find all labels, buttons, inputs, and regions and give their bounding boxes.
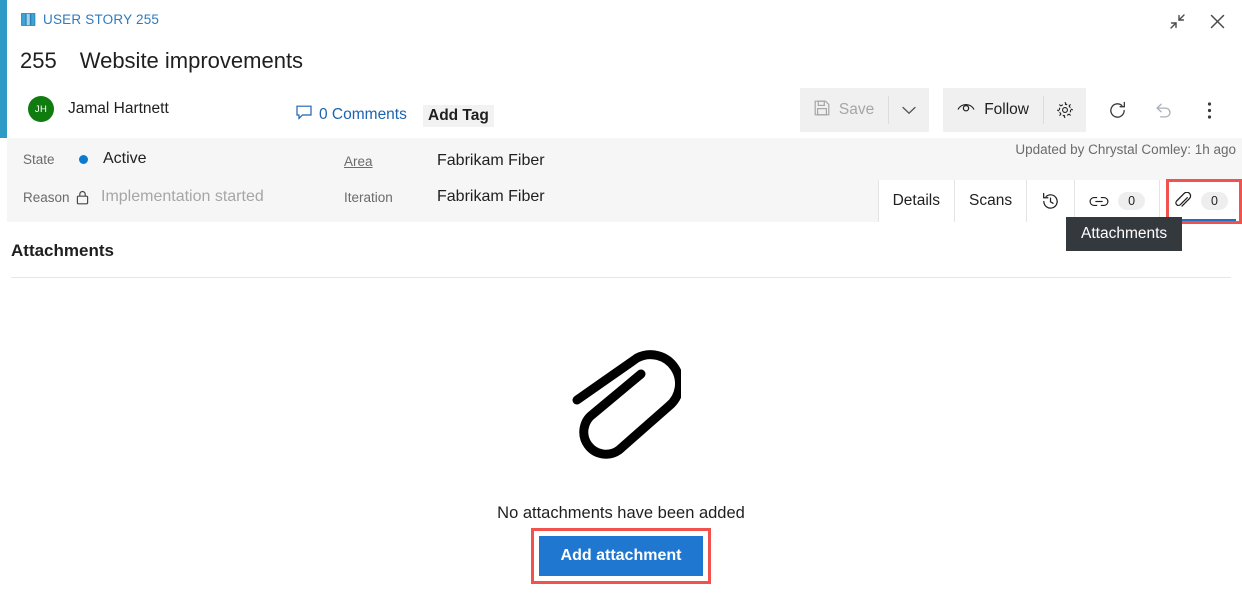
save-disk-icon [814,100,830,121]
breadcrumb-label: USER STORY 255 [43,12,160,27]
work-item-title[interactable]: Website improvements [80,48,303,74]
field-state-label: State [23,151,55,167]
eye-icon [957,101,975,119]
field-iteration-value: Fabrikam Fiber [437,188,545,205]
section-divider [11,277,1231,278]
empty-state-text: No attachments have been added [497,504,745,522]
comments-link[interactable]: 0 Comments [296,105,407,125]
tab-links[interactable]: 0 [1075,180,1161,222]
add-tag-button[interactable]: Add Tag [423,105,494,127]
history-icon [1041,192,1060,211]
tab-strip: Details Scans 0 0 [877,180,1242,222]
section-title: Attachments [11,241,114,260]
tab-details[interactable]: Details [879,180,955,222]
settings-button[interactable] [1044,88,1086,132]
tab-links-count: 0 [1118,191,1146,211]
paperclip-icon [1174,192,1192,210]
follow-button[interactable]: Follow [943,88,1043,132]
save-button[interactable]: Save [800,88,888,132]
tab-scans[interactable]: Scans [955,180,1028,222]
add-attachment-wrap: Add attachment [530,528,712,584]
field-state-value: Active [103,150,147,167]
assignee-row: JH Jamal Hartnett [28,96,169,122]
link-icon [1089,195,1109,208]
field-area[interactable]: Area Fabrikam Fiber [344,152,545,170]
save-group: Save [799,88,930,132]
undo-button[interactable] [1140,88,1186,132]
save-label: Save [838,101,875,118]
state-dot-icon [79,154,88,164]
toolbar: Save Follow [799,88,1232,132]
add-attachment-button[interactable]: Add attachment [538,536,704,576]
paperclip-large-icon [556,330,686,470]
updated-status: Updated by Chrystal Comley: 1h ago [1015,142,1236,157]
attachments-tooltip: Attachments [1066,217,1183,251]
lock-icon [76,190,89,205]
window-controls [1160,6,1234,36]
field-iteration[interactable]: Iteration Fabrikam Fiber [344,188,545,206]
follow-group: Follow [943,88,1086,132]
tab-attachments[interactable]: 0 [1160,180,1242,222]
refresh-button[interactable] [1094,88,1140,132]
work-item-id: 255 [20,48,57,73]
page-title: 255 Website improvements [20,48,303,74]
field-iteration-label: Iteration [344,189,393,205]
tab-history[interactable] [1027,180,1076,222]
close-button[interactable] [1200,6,1234,36]
work-item-dialog: USER STORY 255 255 Website improvements … [0,0,1242,603]
follow-label: Follow [984,101,1029,118]
breadcrumb: USER STORY 255 [21,12,159,27]
comment-bubble-icon [296,105,312,125]
tab-details-label: Details [892,192,940,209]
field-state[interactable]: State Active [23,150,147,168]
accent-strip [0,0,7,138]
avatar[interactable]: JH [28,96,54,122]
field-reason-label: Reason [23,189,70,205]
field-area-value: Fabrikam Fiber [437,152,545,169]
field-reason-value: Implementation started [101,188,264,205]
attachments-empty-state: No attachments have been added Add attac… [0,330,1242,584]
tab-scans-label: Scans [969,192,1013,209]
save-dropdown-button[interactable] [889,88,929,132]
more-options-button[interactable] [1186,88,1232,132]
field-area-label: Area [344,153,373,169]
assignee-name[interactable]: Jamal Hartnett [68,100,169,118]
field-reason: Reason Implementation started [23,188,264,206]
comments-label: 0 Comments [319,106,407,123]
tab-attachments-count: 0 [1201,191,1228,211]
restore-window-button[interactable] [1160,6,1194,36]
book-icon [21,13,36,26]
